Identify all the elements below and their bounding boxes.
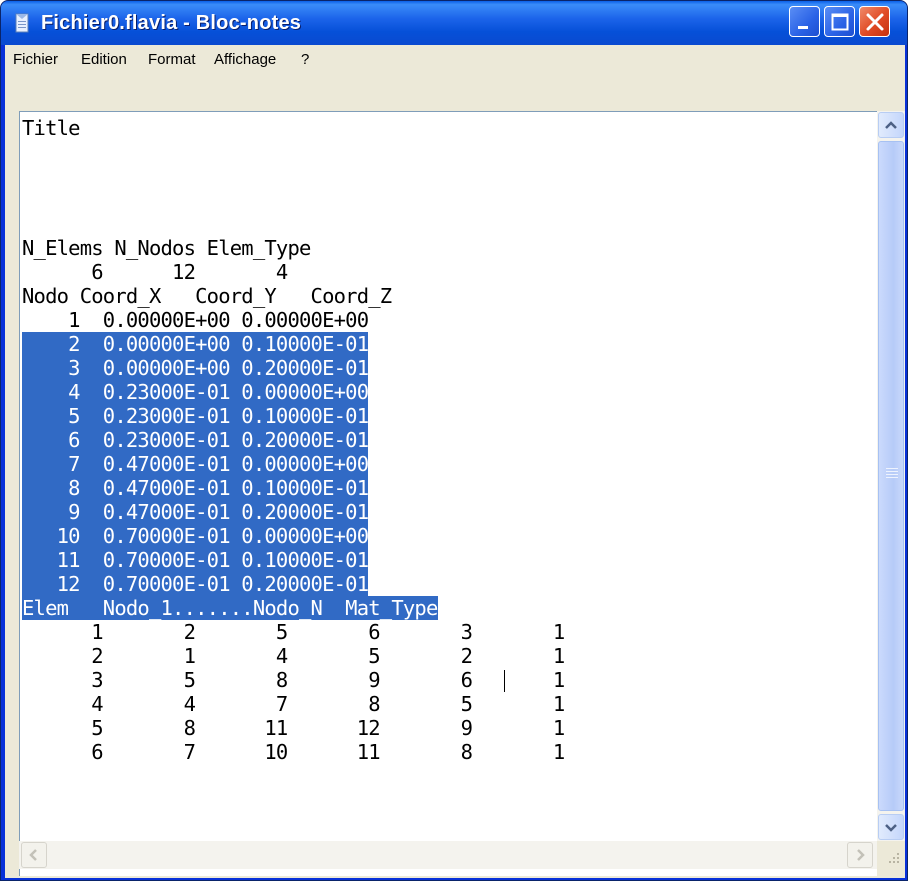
text-content[interactable]: Title N_Elems N_Nodos Elem_Type 6 12 4 Nod… bbox=[20, 112, 878, 842]
text-line[interactable]: 3 0.00000E+00 0.20000E-01 bbox=[22, 356, 369, 380]
text-line[interactable]: 12 0.70000E-01 0.20000E-01 bbox=[22, 572, 369, 596]
text-line[interactable]: 4 4 7 8 5 1 bbox=[22, 692, 565, 716]
scroll-down-button[interactable] bbox=[878, 814, 904, 840]
text-editor[interactable]: Title N_Elems N_Nodos Elem_Type 6 12 4 Nod… bbox=[19, 111, 877, 876]
text-line[interactable]: 6 12 4 bbox=[22, 260, 288, 284]
text-line[interactable]: 6 0.23000E-01 0.20000E-01 bbox=[22, 428, 369, 452]
maximize-icon bbox=[831, 13, 849, 31]
chevron-right-icon bbox=[857, 849, 865, 861]
text-line[interactable]: 3 5 8 9 6 1 bbox=[22, 668, 565, 692]
text-line[interactable]: 9 0.47000E-01 0.20000E-01 bbox=[22, 500, 369, 524]
menu-fichier[interactable]: Fichier bbox=[13, 45, 58, 75]
notepad-icon bbox=[15, 13, 29, 33]
menu-edition[interactable]: Edition bbox=[81, 45, 127, 75]
text-line[interactable]: 7 0.47000E-01 0.00000E+00 bbox=[22, 452, 369, 476]
text-caret bbox=[504, 670, 505, 692]
text-line[interactable]: 10 0.70000E-01 0.00000E+00 bbox=[22, 524, 369, 548]
text-line[interactable]: 8 0.47000E-01 0.10000E-01 bbox=[22, 476, 369, 500]
close-icon bbox=[866, 13, 884, 31]
text-line[interactable]: 1 2 5 6 3 1 bbox=[22, 620, 565, 644]
window-title: Fichier0.flavia - Bloc-notes bbox=[41, 12, 302, 34]
text-line[interactable]: 1 0.00000E+00 0.00000E+00 bbox=[22, 308, 369, 332]
menu-bar: Fichier Edition Format Affichage ? bbox=[5, 45, 905, 75]
close-button[interactable] bbox=[859, 6, 890, 37]
text-line[interactable]: 2 1 4 5 2 1 bbox=[22, 644, 565, 668]
minimize-button[interactable] bbox=[789, 6, 820, 37]
text-line[interactable]: Title bbox=[22, 116, 81, 140]
editor-frame: Title N_Elems N_Nodos Elem_Type 6 12 4 Nod… bbox=[5, 75, 905, 878]
text-line[interactable]: N_Elems N_Nodos Elem_Type bbox=[22, 236, 311, 260]
text-line[interactable]: Nodo Coord_X Coord_Y Coord_Z bbox=[22, 284, 392, 308]
text-line[interactable]: 11 0.70000E-01 0.10000E-01 bbox=[22, 548, 369, 572]
notepad-window: Fichier0.flavia - Bloc-notes Fichier Edi… bbox=[0, 0, 908, 881]
vertical-scroll-thumb[interactable] bbox=[878, 141, 904, 811]
text-line[interactable]: 5 8 11 12 9 1 bbox=[22, 716, 565, 740]
text-line[interactable]: 4 0.23000E-01 0.00000E+00 bbox=[22, 380, 369, 404]
vertical-scrollbar[interactable] bbox=[877, 111, 905, 841]
text-line[interactable]: Elem Nodo_1.......Nodo_N Mat_Type bbox=[22, 596, 438, 620]
text-line[interactable]: 5 0.23000E-01 0.10000E-01 bbox=[22, 404, 369, 428]
chevron-up-icon bbox=[885, 121, 897, 129]
title-bar[interactable]: Fichier0.flavia - Bloc-notes bbox=[1, 1, 907, 45]
menu-affichage[interactable]: Affichage bbox=[214, 45, 276, 75]
text-line[interactable]: 2 0.00000E+00 0.10000E-01 bbox=[22, 332, 369, 356]
grip-icon bbox=[886, 468, 898, 478]
resize-grip[interactable] bbox=[877, 841, 905, 869]
scroll-left-button[interactable] bbox=[21, 842, 47, 868]
scroll-right-button[interactable] bbox=[847, 842, 873, 868]
resize-grip-icon bbox=[889, 853, 899, 863]
chevron-left-icon bbox=[29, 849, 37, 861]
scroll-up-button[interactable] bbox=[878, 112, 904, 138]
text-line[interactable]: 6 7 10 11 8 1 bbox=[22, 740, 565, 764]
menu-format[interactable]: Format bbox=[148, 45, 196, 75]
horizontal-scrollbar[interactable] bbox=[19, 841, 877, 869]
minimize-icon bbox=[798, 26, 808, 29]
menu-help[interactable]: ? bbox=[301, 45, 309, 75]
chevron-down-icon bbox=[885, 824, 897, 832]
maximize-button[interactable] bbox=[824, 6, 855, 37]
